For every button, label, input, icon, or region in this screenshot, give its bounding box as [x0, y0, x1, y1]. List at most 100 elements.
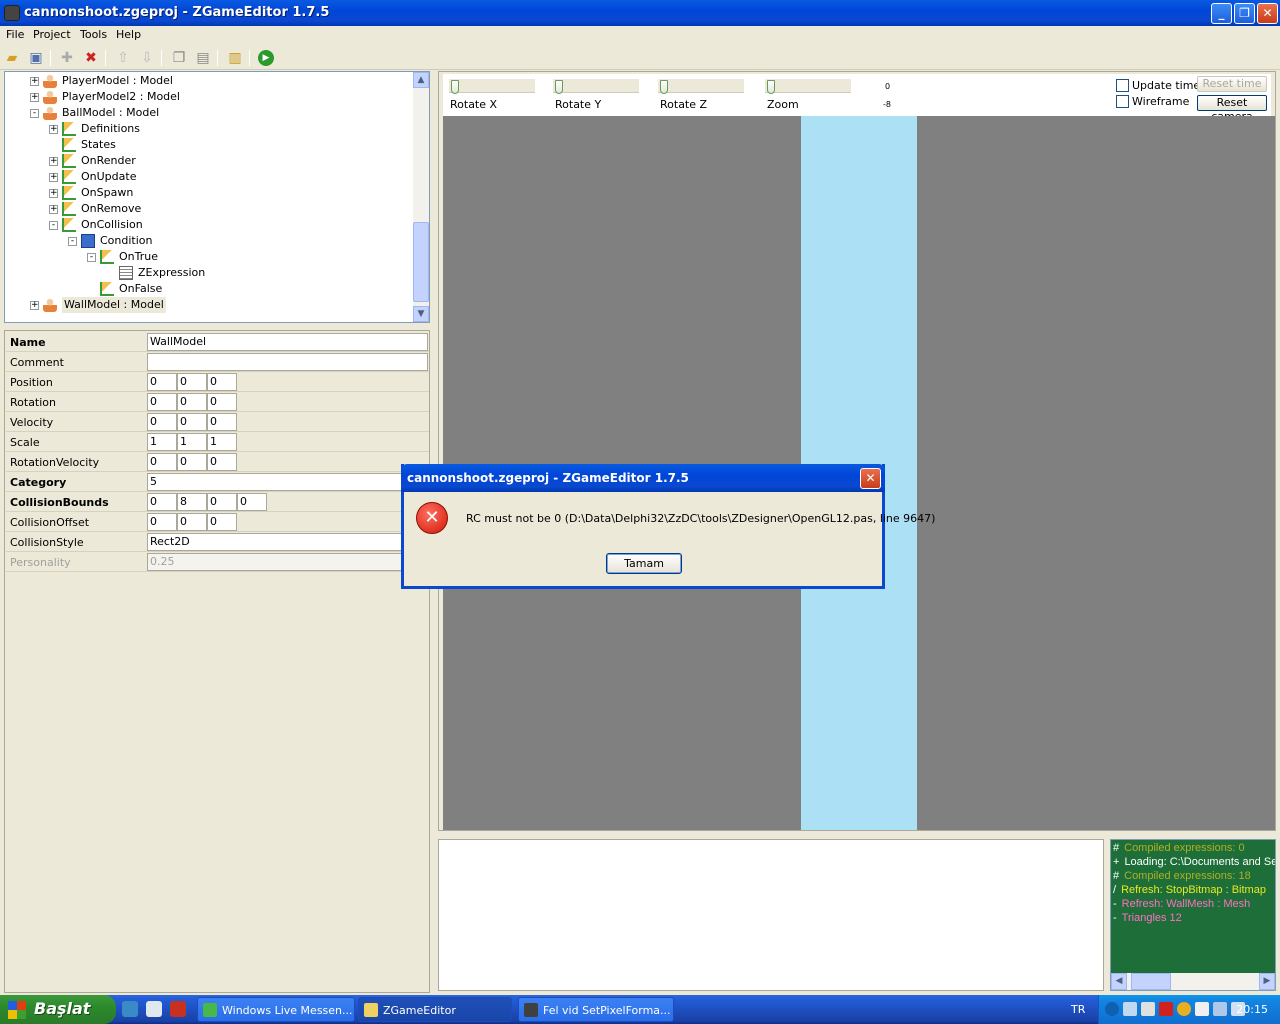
copy-icon[interactable]: ❐	[170, 49, 188, 67]
rotate-x-slider[interactable]	[449, 79, 535, 94]
run-icon[interactable]: ▶	[258, 50, 274, 66]
tray-antivirus-icon[interactable]	[1159, 1002, 1173, 1016]
language-indicator[interactable]: TR	[1071, 1003, 1085, 1016]
minimize-button[interactable]: _	[1211, 3, 1232, 24]
tray-arrow-icon[interactable]	[1105, 1002, 1119, 1016]
tree-node[interactable]: + OnSpawn	[5, 185, 415, 201]
property-value-field[interactable]: 0	[177, 393, 207, 411]
scroll-thumb[interactable]	[413, 222, 429, 302]
tree-node[interactable]: + PlayerModel2 : Model	[5, 89, 415, 105]
title-bar[interactable]: cannonshoot.zgeproj - ZGameEditor 1.7.5 …	[0, 0, 1280, 26]
log-scroll-thumb[interactable]	[1131, 973, 1171, 990]
tree-node[interactable]: - Condition	[5, 233, 415, 249]
expand-icon[interactable]: +	[30, 93, 39, 102]
tray-app-icon[interactable]	[1177, 1002, 1191, 1016]
expand-icon[interactable]: +	[49, 157, 58, 166]
property-value-field[interactable]: 5	[147, 473, 428, 491]
expand-icon[interactable]: +	[49, 125, 58, 134]
scroll-down-icon[interactable]: ▼	[413, 306, 429, 322]
tree-node[interactable]: - OnCollision	[5, 217, 415, 233]
quicklaunch-app-icon[interactable]	[170, 1001, 186, 1017]
reset-time-button[interactable]: Reset time	[1197, 76, 1267, 92]
dialog-close-button[interactable]: ✕	[860, 468, 881, 489]
log-scrollbar[interactable]: ◀ ▶	[1111, 973, 1275, 990]
rotate-y-slider[interactable]	[553, 79, 639, 94]
dialog-title-bar[interactable]: cannonshoot.zgeproj - ZGameEditor 1.7.5 …	[401, 464, 885, 492]
property-value-field[interactable]: 8	[177, 493, 207, 511]
quicklaunch-desktop-icon[interactable]	[146, 1001, 162, 1017]
collapse-icon[interactable]: -	[68, 237, 77, 246]
property-value-field[interactable]: 0	[177, 373, 207, 391]
tree-scrollbar[interactable]: ▲ ▼	[413, 72, 429, 322]
tree-node[interactable]: States	[5, 137, 415, 153]
property-value-field[interactable]: 0	[207, 413, 237, 431]
property-value-field[interactable]: 0	[237, 493, 267, 511]
property-value-field[interactable]: 0	[147, 373, 177, 391]
move-down-icon[interactable]: ⇩	[138, 49, 156, 67]
expand-icon[interactable]: +	[30, 77, 39, 86]
tree-node[interactable]: - BallModel : Model	[5, 105, 415, 121]
scroll-up-icon[interactable]: ▲	[413, 72, 429, 88]
property-value-field[interactable]: 0	[147, 413, 177, 431]
tray-display-icon[interactable]	[1213, 1002, 1227, 1016]
rotate-z-slider[interactable]	[658, 79, 744, 94]
collapse-icon[interactable]: -	[87, 253, 96, 262]
tree-node[interactable]: + OnRender	[5, 153, 415, 169]
quicklaunch-explorer-icon[interactable]	[122, 1001, 138, 1017]
collapse-icon[interactable]: -	[30, 109, 39, 118]
expression-editor[interactable]	[438, 839, 1104, 991]
open-icon[interactable]: ▰	[3, 49, 21, 67]
move-up-icon[interactable]: ⇧	[114, 49, 132, 67]
tree-node[interactable]: - OnTrue	[5, 249, 415, 265]
property-value-field[interactable]: 1	[177, 433, 207, 451]
restore-button[interactable]: ❐	[1234, 3, 1255, 24]
property-value-field[interactable]	[147, 353, 428, 371]
save-icon[interactable]: ▣	[27, 49, 45, 67]
tree-node[interactable]: + OnUpdate	[5, 169, 415, 185]
property-value-field[interactable]: 0	[207, 453, 237, 471]
reset-camera-button[interactable]: Reset camera	[1197, 95, 1267, 123]
paste-icon[interactable]: ▤	[194, 49, 212, 67]
property-value-field[interactable]: 0	[147, 513, 177, 531]
close-button[interactable]: ✕	[1257, 3, 1278, 24]
task-zgameeditor[interactable]: ZGameEditor	[358, 997, 512, 1022]
expand-icon[interactable]: +	[30, 301, 39, 310]
tree-node[interactable]: ZExpression	[5, 265, 415, 281]
expand-icon[interactable]: +	[49, 205, 58, 214]
property-value-field[interactable]: 1	[147, 433, 177, 451]
collapse-icon[interactable]: -	[49, 221, 58, 230]
project-tree[interactable]: + PlayerModel : Model + PlayerModel2 : Mode…	[4, 71, 430, 323]
task-error-window[interactable]: Fel vid SetPixelForma...	[518, 997, 674, 1022]
tray-network-icon[interactable]	[1123, 1002, 1137, 1016]
property-value-field[interactable]: 0	[147, 453, 177, 471]
lock-icon[interactable]: ▥	[226, 49, 244, 67]
ok-button[interactable]: Tamam	[606, 553, 682, 574]
property-value-field[interactable]: 0	[147, 393, 177, 411]
menu-tools[interactable]: Tools	[80, 28, 107, 41]
tree-node[interactable]: + PlayerModel : Model	[5, 73, 415, 89]
property-value-field[interactable]: 0	[207, 513, 237, 531]
tray-security-icon[interactable]	[1195, 1002, 1209, 1016]
menu-project[interactable]: Project	[33, 28, 71, 41]
delete-icon[interactable]: ✖	[82, 49, 100, 67]
scroll-left-icon[interactable]: ◀	[1111, 973, 1127, 990]
property-value-field[interactable]: 0	[207, 373, 237, 391]
tray-user-icon[interactable]	[1141, 1002, 1155, 1016]
add-icon[interactable]: ✚	[58, 49, 76, 67]
property-value-field[interactable]: 0.25	[147, 553, 428, 571]
property-value-field[interactable]: 0	[177, 453, 207, 471]
menu-file[interactable]: File	[6, 28, 24, 41]
property-value-field[interactable]: 0	[147, 493, 177, 511]
tree-node[interactable]: + Definitions	[5, 121, 415, 137]
property-value-field[interactable]: 0	[177, 413, 207, 431]
property-value-field[interactable]: Rect2D	[147, 533, 428, 551]
property-value-field[interactable]: 0	[207, 493, 237, 511]
wireframe-checkbox[interactable]	[1116, 95, 1129, 108]
property-value-field[interactable]: 0	[207, 393, 237, 411]
tree-node[interactable]: + OnRemove	[5, 201, 415, 217]
tree-node[interactable]: OnFalse	[5, 281, 415, 297]
property-value-field[interactable]: WallModel	[147, 333, 428, 351]
tree-node[interactable]: + WallModel : Model	[5, 297, 415, 313]
property-value-field[interactable]: 1	[207, 433, 237, 451]
task-messenger[interactable]: Windows Live Messen...	[197, 997, 355, 1022]
